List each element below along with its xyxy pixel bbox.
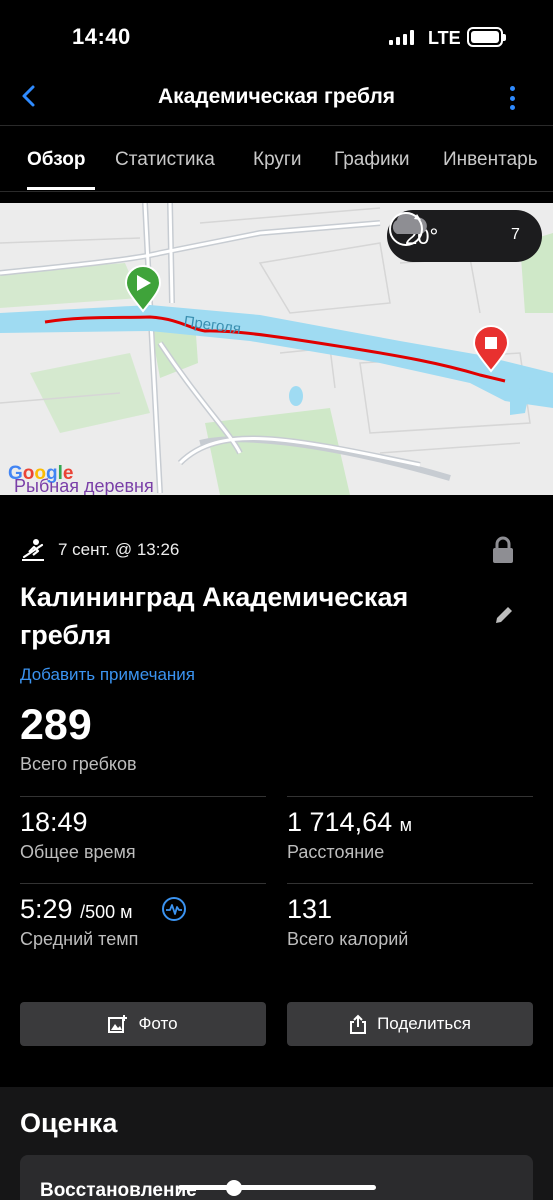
start-play-marker-icon xyxy=(124,265,162,313)
distance-value: 1 714,64 м xyxy=(287,807,412,837)
rating-title: Оценка xyxy=(20,1108,118,1138)
divider xyxy=(287,883,533,884)
avg-pace-value: 5:29 /500 м xyxy=(20,894,133,924)
total-time-value: 18:49 xyxy=(20,807,88,837)
weather-badge: 20° 7 xyxy=(387,210,542,262)
active-tab-indicator xyxy=(27,187,95,190)
photo-button[interactable]: Фото xyxy=(20,1002,266,1046)
status-bar: 14:40 LTE xyxy=(0,0,553,76)
share-button[interactable]: Поделиться xyxy=(287,1002,533,1046)
lock-icon[interactable] xyxy=(491,536,515,564)
pencil-edit-icon[interactable] xyxy=(493,604,515,626)
share-button-label: Поделиться xyxy=(377,1014,471,1033)
tab-gear[interactable]: Инвентарь xyxy=(443,149,538,171)
total-time-label: Общее время xyxy=(20,842,136,862)
divider xyxy=(287,796,533,797)
rowing-icon xyxy=(22,539,44,561)
total-strokes-value: 289 xyxy=(20,701,92,749)
app-header: Академическая гребля xyxy=(0,76,553,126)
home-indicator[interactable] xyxy=(178,1185,376,1190)
tab-bar: Обзор Статистика Круги Графики Инвентарь xyxy=(0,127,553,192)
avg-pace-label: Средний темп xyxy=(20,929,139,949)
tab-charts[interactable]: Графики xyxy=(334,149,410,171)
recovery-slider-thumb[interactable] xyxy=(226,1180,242,1196)
battery-full-icon xyxy=(467,27,506,47)
divider xyxy=(20,796,266,797)
map-place-label: Рыбная деревня xyxy=(14,476,154,495)
divider xyxy=(20,883,266,884)
tab-laps[interactable]: Круги xyxy=(253,149,301,171)
tab-statistics[interactable]: Статистика xyxy=(115,149,215,171)
wind-speed: 7 xyxy=(511,226,520,243)
activity-date: 7 сент. @ 13:26 xyxy=(58,540,180,559)
calories-label: Всего калорий xyxy=(287,929,409,949)
pulse-info-icon[interactable] xyxy=(161,896,187,922)
more-vertical-icon[interactable] xyxy=(502,82,522,114)
recovery-label: Восстановление xyxy=(40,1180,197,1200)
page-title: Академическая гребля xyxy=(157,85,396,108)
activity-name: Калининград Академическая гребля xyxy=(20,582,409,650)
add-notes-link[interactable]: Добавить примечания xyxy=(20,665,195,685)
tab-overview[interactable]: Обзор xyxy=(27,149,85,171)
network-type: LTE xyxy=(428,28,461,48)
route-map[interactable]: 20° 7 Google Рыбная деревня Преголя xyxy=(0,203,553,495)
calories-value: 131 xyxy=(287,894,333,924)
total-strokes-label: Всего гребков xyxy=(20,754,137,774)
photo-button-label: Фото xyxy=(138,1014,178,1033)
status-time: 14:40 xyxy=(72,24,131,49)
wind-direction-icon xyxy=(389,212,423,246)
share-icon xyxy=(350,1014,367,1034)
cellular-signal-icon xyxy=(389,30,414,45)
add-photo-icon xyxy=(108,1015,128,1033)
distance-label: Расстояние xyxy=(287,842,385,862)
